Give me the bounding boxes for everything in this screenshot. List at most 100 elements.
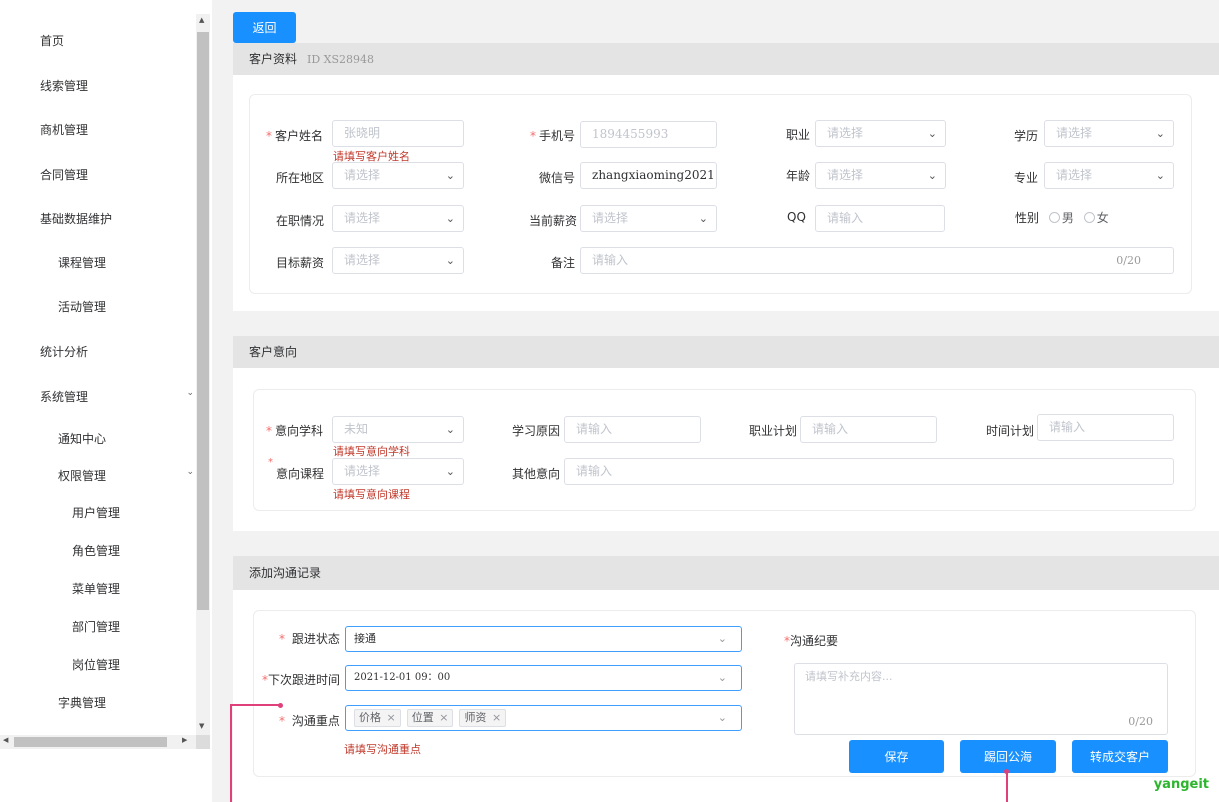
reason-label: 学习原因 xyxy=(512,424,561,438)
sidebar-item-activities[interactable]: 活动管理 xyxy=(0,298,196,315)
tag-price[interactable]: 价格 × xyxy=(354,709,401,727)
education-label: 学历 xyxy=(1014,129,1039,143)
focus-error: 请填写沟通重点 xyxy=(344,743,421,756)
sidebar-item-positions[interactable]: 岗位管理 xyxy=(0,656,196,673)
char-count: 0/20 xyxy=(1116,254,1141,267)
target-salary-label: 目标薪资 xyxy=(276,256,325,270)
chevron-down-icon: ⌄ xyxy=(445,254,455,267)
section-title: 客户资料 xyxy=(249,52,298,66)
time-plan-label: 时间计划 xyxy=(986,424,1035,438)
follow-status-select[interactable]: 接通 ⌄ xyxy=(345,626,742,652)
section-title: 客户意向 xyxy=(249,345,298,359)
sidebar-item-users[interactable]: 用户管理 xyxy=(0,504,196,521)
sidebar-item-notifications[interactable]: 通知中心 xyxy=(0,430,196,447)
intent-subject-select[interactable]: 未知 ⌄ xyxy=(332,416,464,443)
career-plan-input[interactable]: 请输入 xyxy=(800,416,937,443)
focus-label: * 沟通重点 xyxy=(279,714,340,728)
sidebar-item-departments[interactable]: 部门管理 xyxy=(0,618,196,635)
time-plan-input[interactable]: 请输入 xyxy=(1037,414,1174,441)
gender-male-radio[interactable] xyxy=(1048,212,1060,223)
gender-label: 性别 男 女 xyxy=(1015,211,1109,225)
annotation-line xyxy=(230,704,280,706)
target-salary-select[interactable]: 请选择 ⌄ xyxy=(332,247,464,274)
next-follow-time-picker[interactable]: 2021-12-01 09：00 ⌄ xyxy=(345,665,742,691)
current-salary-label: 当前薪资 xyxy=(529,214,578,228)
close-icon[interactable]: × xyxy=(492,711,501,724)
wechat-input[interactable]: zhangxiaoming2021 xyxy=(580,162,717,189)
sidebar-item-permissions[interactable]: 权限管理 ⌄ xyxy=(0,467,196,484)
reason-input[interactable]: 请输入 xyxy=(564,416,701,443)
back-button[interactable]: 返回 xyxy=(233,12,296,43)
sidebar-vertical-scrollbar[interactable]: ▲ ▼ xyxy=(196,14,210,735)
follow-status-label: * 跟进状态 xyxy=(279,632,340,646)
scrollbar-thumb[interactable] xyxy=(197,32,209,610)
scroll-right-arrow-icon[interactable]: ▶ xyxy=(182,736,187,744)
remark-label: 备注 xyxy=(551,256,576,270)
return-to-pool-button[interactable]: 踢回公海 xyxy=(960,740,1056,773)
sidebar-item-menus[interactable]: 菜单管理 xyxy=(0,580,196,597)
focus-multiselect[interactable]: 价格 × 位置 × 师资 × ⌄ xyxy=(345,705,742,731)
sidebar-item-leads[interactable]: 线索管理 xyxy=(0,77,196,94)
wechat-label: 微信号 xyxy=(539,171,576,185)
scrollbar-corner xyxy=(196,735,210,749)
intent-course-select[interactable]: 请选择 ⌄ xyxy=(332,458,464,485)
sidebar-item-home[interactable]: 首页 xyxy=(0,32,196,49)
career-plan-label: 职业计划 xyxy=(749,424,798,438)
phone-input[interactable]: 1894455993 xyxy=(580,121,717,148)
card-header: 客户资料 ID XS28948 xyxy=(233,43,1219,75)
chevron-down-icon: ⌄ xyxy=(186,388,194,398)
card-header: 添加沟通记录 xyxy=(233,556,1219,590)
scrollbar-thumb[interactable] xyxy=(14,737,167,747)
sidebar-item-label: 系统管理 xyxy=(40,390,89,404)
chevron-down-icon: ⌄ xyxy=(698,212,708,225)
card-header: 客户意向 xyxy=(233,336,1219,368)
current-salary-select[interactable]: 请选择 ⌄ xyxy=(580,205,717,232)
sidebar-item-base-data[interactable]: 基础数据维护 xyxy=(0,210,196,227)
tag-teachers[interactable]: 师资 × xyxy=(459,709,507,727)
close-icon[interactable]: × xyxy=(439,711,448,724)
summary-textarea[interactable]: 请填写补充内容... 0/20 xyxy=(794,663,1168,735)
age-select[interactable]: 请选择 ⌄ xyxy=(815,162,946,189)
name-input[interactable]: 张晓明 xyxy=(332,120,464,147)
job-status-select[interactable]: 请选择 ⌄ xyxy=(332,205,464,232)
close-icon[interactable]: × xyxy=(387,711,396,724)
sidebar-item-opportunities[interactable]: 商机管理 xyxy=(0,121,196,138)
tag-location[interactable]: 位置 × xyxy=(406,709,454,727)
gender-male-label: 男 xyxy=(1061,211,1074,225)
gender-female-radio[interactable] xyxy=(1083,212,1095,223)
other-intent-input[interactable]: 请输入 xyxy=(564,458,1174,485)
occupation-label: 职业 xyxy=(786,128,811,142)
required-mark: * xyxy=(268,457,273,468)
save-button[interactable]: 保存 xyxy=(849,740,944,773)
major-select[interactable]: 请选择 ⌄ xyxy=(1044,162,1174,189)
sidebar-item-system[interactable]: 系统管理 ⌄ xyxy=(0,388,196,405)
sidebar-horizontal-scrollbar[interactable]: ◀ ▶ xyxy=(0,735,196,749)
sidebar-item-dictionary[interactable]: 字典管理 xyxy=(0,694,196,711)
occupation-select[interactable]: 请选择 ⌄ xyxy=(815,120,946,147)
convert-customer-button[interactable]: 转成交客户 xyxy=(1072,740,1168,773)
summary-label: *沟通纪要 xyxy=(784,634,839,648)
education-select[interactable]: 请选择 ⌄ xyxy=(1044,120,1174,147)
remark-input[interactable]: 请输入 0/20 xyxy=(580,247,1174,274)
chevron-down-icon: ⌄ xyxy=(927,169,937,182)
sidebar-item-contracts[interactable]: 合同管理 xyxy=(0,166,196,183)
intent-subject-error: 请填写意向学科 xyxy=(333,445,410,458)
chevron-down-icon: ⌄ xyxy=(445,169,455,182)
intent-course-label: 意向课程 xyxy=(276,467,325,481)
age-label: 年龄 xyxy=(786,169,811,183)
sidebar-item-roles[interactable]: 角色管理 xyxy=(0,542,196,559)
chevron-down-icon: ⌄ xyxy=(717,671,727,684)
qq-input[interactable]: 请输入 xyxy=(815,205,945,232)
intent-course-error: 请填写意向课程 xyxy=(333,488,410,501)
sidebar-item-statistics[interactable]: 统计分析 xyxy=(0,343,196,360)
chevron-down-icon: ⌄ xyxy=(445,465,455,478)
chevron-down-icon: ⌄ xyxy=(445,212,455,225)
scroll-left-arrow-icon[interactable]: ◀ xyxy=(3,736,8,744)
sidebar-menu: 首页 线索管理 商机管理 合同管理 基础数据维护 课程管理 活动管理 统计分析 … xyxy=(0,0,196,735)
scroll-up-arrow-icon[interactable]: ▲ xyxy=(199,16,204,24)
scroll-down-arrow-icon[interactable]: ▼ xyxy=(199,722,204,730)
chevron-down-icon: ⌄ xyxy=(1155,127,1165,140)
sidebar-item-courses[interactable]: 课程管理 xyxy=(0,254,196,271)
region-select[interactable]: 请选择 ⌄ xyxy=(332,162,464,189)
chevron-down-icon: ⌄ xyxy=(1155,169,1165,182)
